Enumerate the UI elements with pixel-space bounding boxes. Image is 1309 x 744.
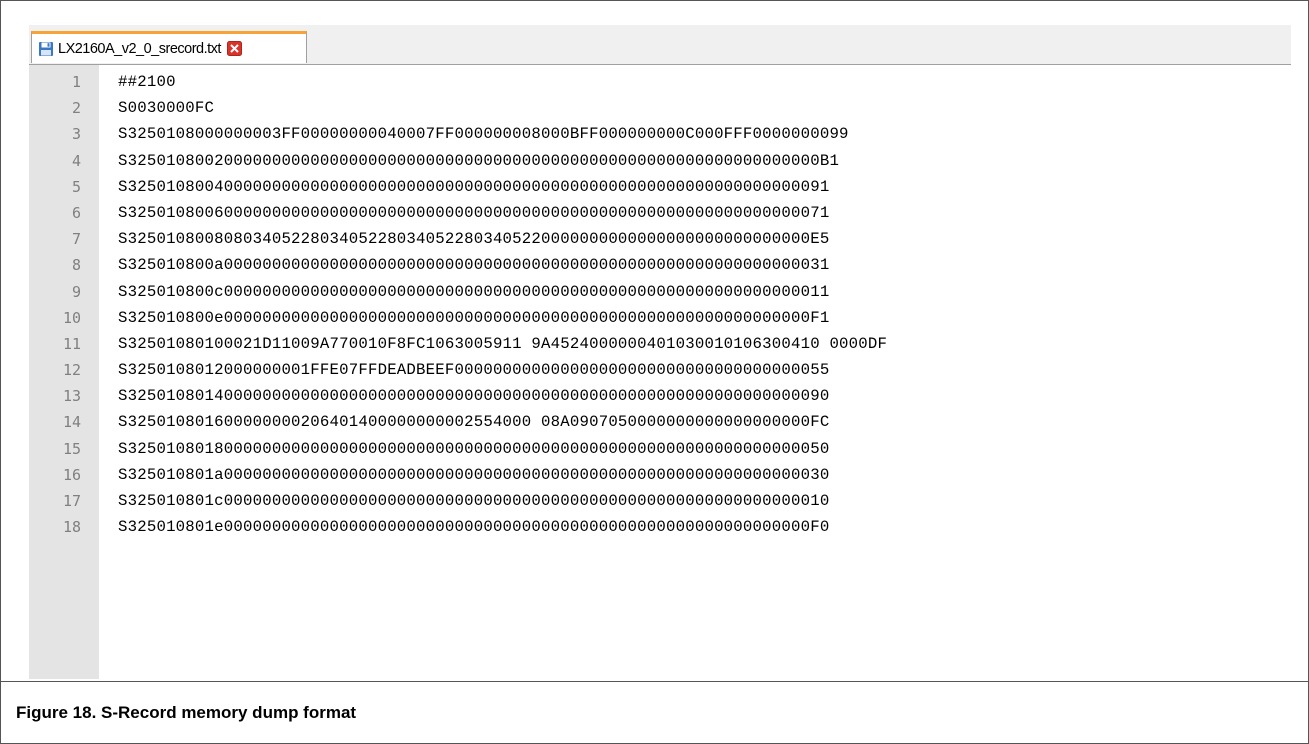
editor-line[interactable]: 4 S32501080020000000000000000000000000000… bbox=[29, 148, 1291, 174]
editor-line[interactable]: 7 S32501080080803405228034052280340522803… bbox=[29, 226, 1291, 252]
figure-caption: Figure 18. S-Record memory dump format bbox=[1, 681, 1308, 743]
line-number: 18 bbox=[62, 518, 81, 537]
line-text[interactable]: ##2100 bbox=[118, 69, 176, 95]
line-number: 15 bbox=[62, 439, 81, 458]
editor-line[interactable]: 13 S3250108014000000000000000000000000000… bbox=[29, 383, 1291, 409]
editor-line[interactable]: 1 ##2100 bbox=[29, 69, 1291, 95]
editor-line[interactable]: 10 S325010800e000000000000000000000000000… bbox=[29, 305, 1291, 331]
line-text[interactable]: S325010801e00000000000000000000000000000… bbox=[118, 514, 829, 540]
line-text[interactable]: S325010800e00000000000000000000000000000… bbox=[118, 305, 829, 331]
editor-line[interactable]: 8 S325010800a0000000000000000000000000000… bbox=[29, 252, 1291, 278]
line-text[interactable]: S32501080100021D11009A770010F8FC10630059… bbox=[118, 331, 887, 357]
close-icon[interactable] bbox=[226, 41, 242, 56]
line-number: 3 bbox=[71, 125, 81, 144]
tab-label: LX2160A_v2_0_srecord.txt bbox=[58, 40, 221, 57]
line-text[interactable]: S325010800400000000000000000000000000000… bbox=[118, 174, 829, 200]
editor-line[interactable]: 6 S32501080060000000000000000000000000000… bbox=[29, 200, 1291, 226]
line-text[interactable]: S3250108000000003FF00000000040007FF00000… bbox=[118, 121, 849, 147]
line-number: 16 bbox=[62, 465, 81, 484]
editor-line[interactable]: 17 S325010801c000000000000000000000000000… bbox=[29, 488, 1291, 514]
line-text[interactable]: S325010801600000000206401400000000002554… bbox=[118, 409, 829, 435]
text-area[interactable]: 1 ##2100 2 S0030000FC 3 S3250108000000003FF00… bbox=[29, 65, 1291, 679]
line-text[interactable]: S3250108012000000001FFE07FFDEADBEEF00000… bbox=[118, 357, 829, 383]
line-number: 17 bbox=[62, 492, 81, 510]
caption-text: Figure 18. S-Record memory dump format bbox=[16, 702, 357, 722]
figure-frame: LX2160A_v2_0_srecord.txt 1 ##2100 2 S003000… bbox=[0, 0, 1309, 744]
line-number: 5 bbox=[71, 177, 81, 196]
editor-line[interactable]: 3 S3250108000000003FF00000000040007FF0000… bbox=[29, 121, 1291, 147]
floppy-save-icon bbox=[38, 41, 54, 57]
line-text[interactable]: S0030000FC bbox=[118, 95, 214, 121]
line-number: 2 bbox=[71, 99, 81, 118]
tab-srecord-file[interactable]: LX2160A_v2_0_srecord.txt bbox=[31, 31, 307, 63]
editor-line[interactable]: 5 S32501080040000000000000000000000000000… bbox=[29, 174, 1291, 200]
line-number: 4 bbox=[71, 151, 81, 170]
line-text[interactable]: S325010801800000000000000000000000000000… bbox=[118, 436, 829, 462]
line-text[interactable]: S325010800200000000000000000000000000000… bbox=[118, 148, 839, 174]
line-text[interactable]: S325010800c00000000000000000000000000000… bbox=[118, 279, 829, 305]
line-text[interactable]: S325010800808034052280340522803405228034… bbox=[118, 226, 829, 252]
editor-lines: 1 ##2100 2 S0030000FC 3 S3250108000000003FF00… bbox=[29, 69, 1291, 540]
line-number: 10 bbox=[62, 308, 81, 327]
editor-line[interactable]: 11 S32501080100021D11009A770010F8FC106300… bbox=[29, 331, 1291, 357]
line-number: 8 bbox=[71, 256, 81, 275]
line-text[interactable]: S325010801c00000000000000000000000000000… bbox=[118, 488, 829, 514]
tab-bar: LX2160A_v2_0_srecord.txt bbox=[29, 25, 1291, 65]
editor-line[interactable]: 12 S3250108012000000001FFE07FFDEADBEEF000… bbox=[29, 357, 1291, 383]
line-text[interactable]: S325010801400000000000000000000000000000… bbox=[118, 383, 829, 409]
editor-line[interactable]: 18 S325010801e000000000000000000000000000… bbox=[29, 514, 1291, 540]
editor-line[interactable]: 9 S325010800c0000000000000000000000000000… bbox=[29, 279, 1291, 305]
line-number: 9 bbox=[71, 282, 81, 301]
line-text[interactable]: S325010800a00000000000000000000000000000… bbox=[118, 252, 829, 278]
text-editor-window: LX2160A_v2_0_srecord.txt 1 ##2100 2 S003000… bbox=[29, 25, 1291, 679]
line-text[interactable]: S325010801a00000000000000000000000000000… bbox=[118, 462, 829, 488]
line-number: 6 bbox=[71, 203, 81, 222]
editor-line[interactable]: 14 S3250108016000000002064014000000000025… bbox=[29, 409, 1291, 435]
line-text[interactable]: S325010800600000000000000000000000000000… bbox=[118, 200, 829, 226]
line-number: 14 bbox=[62, 413, 81, 432]
line-number: 7 bbox=[71, 230, 81, 249]
line-number: 1 bbox=[71, 73, 81, 91]
line-number: 13 bbox=[62, 387, 81, 406]
line-number: 12 bbox=[62, 361, 81, 380]
editor-line[interactable]: 15 S3250108018000000000000000000000000000… bbox=[29, 436, 1291, 462]
editor-line[interactable]: 2 S0030000FC bbox=[29, 95, 1291, 121]
line-number: 11 bbox=[62, 334, 81, 353]
editor-line[interactable]: 16 S325010801a000000000000000000000000000… bbox=[29, 462, 1291, 488]
